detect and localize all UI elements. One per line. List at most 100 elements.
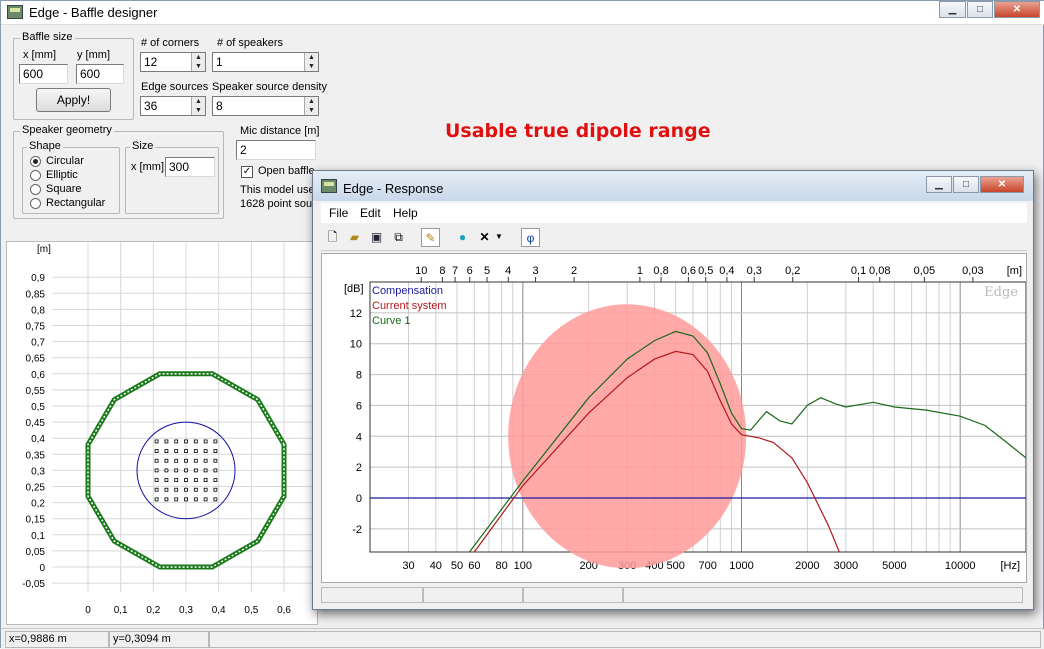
x-tick-label: 50 (451, 560, 463, 572)
response-app-icon (321, 179, 337, 193)
mic-distance-label: Mic distance [m] (240, 125, 320, 137)
radio-square[interactable] (30, 184, 41, 195)
corners-spinner[interactable]: 12 ▲ ▼ (140, 52, 206, 72)
top-tick-label: 0,03 (962, 265, 983, 277)
speaker-source-point (154, 478, 159, 482)
baffle-y-input[interactable]: 600 (76, 64, 124, 84)
x-tick-label: 30 (402, 560, 414, 572)
response-status-pane-4 (623, 587, 1023, 603)
response-status-bar (321, 585, 1027, 605)
speaker-source-point (154, 439, 159, 444)
spinner-arrows-icon[interactable]: ▲ ▼ (191, 97, 205, 115)
x-tick-label: 2000 (795, 560, 819, 572)
delete-x-icon[interactable]: ✕ (475, 228, 494, 247)
speaker-source-point (203, 487, 208, 492)
legend-entry: Curve 1 (372, 315, 411, 327)
new-file-icon[interactable]: 🗋 (323, 228, 342, 247)
speaker-source-point (164, 497, 169, 502)
open-baffle-checkbox[interactable]: ✓ (241, 166, 253, 178)
x-tick-label: 5000 (882, 560, 906, 572)
response-status-pane-1 (321, 587, 423, 603)
speakers-spinner[interactable]: 1 ▲ ▼ (212, 52, 319, 72)
y-tick-label: 2 (356, 462, 362, 474)
y-tick-label: 0,7 (31, 338, 45, 349)
corners-label: # of corners (141, 37, 200, 49)
y-tick-label: 4 (356, 431, 362, 443)
y-tick-label: 0,25 (26, 483, 46, 494)
response-chart-area[interactable]: 121086420-2[dB]3040506080100200300400500… (321, 253, 1027, 583)
menu-file[interactable]: File (329, 206, 348, 220)
close-button[interactable]: ✕ (994, 1, 1040, 18)
spinner-arrows-icon[interactable]: ▲ ▼ (191, 53, 205, 71)
mic-distance-input[interactable]: 2 (236, 140, 316, 160)
x-tick-label: 0 (85, 605, 91, 616)
edge-sources-spinner[interactable]: 36 ▲ ▼ (140, 96, 206, 116)
pen-icon[interactable]: ✎ (421, 228, 440, 247)
corners-value: 12 (144, 55, 158, 69)
response-status-pane-2 (423, 587, 523, 603)
speaker-source-point (193, 458, 198, 463)
radio-elliptic[interactable] (30, 170, 41, 181)
radio-circular[interactable] (30, 156, 41, 167)
speaker-source-point (203, 478, 208, 482)
apply-button[interactable]: Apply! (36, 88, 111, 112)
speaker-density-spinner[interactable]: 8 ▲ ▼ (212, 96, 319, 116)
save-icon[interactable]: ▣ (367, 228, 386, 247)
radio-elliptic-label: Elliptic (46, 169, 78, 181)
speaker-source-point (213, 449, 218, 453)
baffle-x-input[interactable]: 600 (19, 64, 68, 84)
baffle-x-label: x [mm] (23, 49, 56, 61)
y-tick-label: 0,55 (26, 386, 46, 397)
response-menu-bar: File Edit Help (321, 203, 1027, 223)
spinner-arrows-icon[interactable]: ▲ ▼ (304, 97, 318, 115)
maximize-button[interactable]: □ (967, 1, 993, 18)
speaker-source-point (184, 449, 188, 453)
y-tick-label: -2 (352, 524, 362, 536)
speaker-source-point (184, 497, 188, 502)
x-tick-label: 0,5 (244, 605, 258, 616)
speaker-source-point (193, 449, 198, 453)
speaker-source-point (154, 468, 159, 473)
response-minimize-button[interactable]: ▁ (926, 176, 952, 193)
dipole-range-annotation: Usable true dipole range (445, 120, 711, 142)
top-tick-label: 0,08 (869, 265, 890, 277)
baffle-plot-area[interactable]: 0 0,1 0,2 0,3 0,4 0,5 0,6 0,9 0,85 0,8 0,75 0,7 0,65… (6, 241, 318, 625)
speaker-source-point (213, 458, 218, 463)
top-tick-label: 0,6 (681, 265, 696, 277)
top-tick-label: 0,1 (851, 265, 866, 277)
top-tick-label: 7 (452, 265, 458, 277)
speaker-source-point (174, 449, 179, 453)
top-tick-label: 0,5 (698, 265, 713, 277)
radio-rectangular[interactable] (30, 198, 41, 209)
response-toolbar: 🗋 ▰ ▣ ⧉ ✎ ● ✕ ▼ φ (321, 225, 1027, 251)
speaker-density-value: 8 (216, 99, 223, 113)
globe-icon[interactable]: ● (453, 228, 472, 247)
copy-icon[interactable]: ⧉ (389, 228, 408, 247)
speaker-source-point (213, 487, 218, 492)
speaker-source-point (203, 458, 208, 463)
response-close-button[interactable]: ✕ (980, 176, 1024, 193)
menu-edit[interactable]: Edit (360, 206, 381, 220)
edge-sources-label: Edge sources (141, 81, 209, 93)
y-tick-label: 0,2 (31, 499, 45, 510)
x-tick-label: 1000 (729, 560, 753, 572)
speakers-value: 1 (216, 55, 223, 69)
open-folder-icon[interactable]: ▰ (345, 228, 364, 247)
speaker-source-point (203, 449, 208, 453)
size-x-input[interactable]: 300 (165, 157, 215, 177)
dropdown-arrow-icon[interactable]: ▼ (493, 228, 505, 247)
minimize-button[interactable]: ▁ (939, 1, 966, 18)
x-tick-label: 10000 (945, 560, 976, 572)
phi-icon[interactable]: φ (521, 228, 540, 247)
top-tick-label: 1 (637, 265, 643, 277)
response-title-bar: Edge - Response ▁ □ ✕ (313, 171, 1033, 201)
y-tick-label: 0,65 (26, 354, 46, 365)
response-maximize-button[interactable]: □ (953, 176, 979, 193)
speaker-source-point (174, 497, 179, 502)
radio-rectangular-label: Rectangular (46, 197, 106, 209)
menu-help[interactable]: Help (393, 206, 418, 220)
open-baffle-label: Open baffle (258, 165, 315, 177)
y-tick-label: -0,05 (22, 579, 45, 590)
spinner-arrows-icon[interactable]: ▲ ▼ (304, 53, 318, 71)
x-tick-label: 60 (468, 560, 480, 572)
